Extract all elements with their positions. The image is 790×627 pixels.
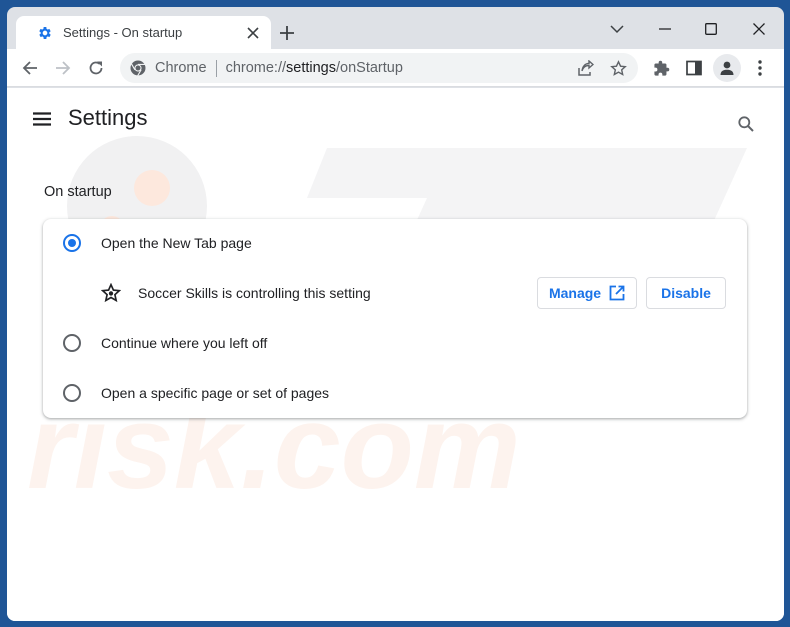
reload-button[interactable]	[82, 54, 110, 82]
option-label: Open the New Tab page	[101, 235, 252, 251]
side-panel-icon	[686, 60, 702, 76]
startup-options-card: Open the New Tab page Soccer Skills is c…	[43, 219, 747, 418]
profile-button[interactable]	[713, 54, 741, 82]
extensions-icon	[653, 60, 669, 76]
search-settings-button[interactable]	[734, 112, 758, 136]
extensions-button[interactable]	[647, 54, 675, 82]
hamburger-icon	[33, 112, 51, 126]
chevron-down-icon	[610, 25, 624, 34]
manage-label: Manage	[548, 285, 602, 301]
option-label: Continue where you left off	[101, 335, 268, 351]
url-path: /onStartup	[336, 60, 403, 76]
profile-icon	[720, 61, 734, 75]
maximize-button[interactable]	[697, 15, 725, 43]
side-panel-button[interactable]	[680, 54, 708, 82]
toolbar: Chrome chrome://settings/onStartup	[7, 49, 784, 87]
menu-button[interactable]	[746, 54, 774, 82]
browser-window: Settings - On startup Chrome chrome://se…	[7, 7, 784, 621]
arrow-left-icon	[22, 61, 37, 75]
back-button[interactable]	[16, 54, 44, 82]
address-bar[interactable]: Chrome chrome://settings/onStartup	[120, 53, 638, 83]
radio-new-tab[interactable]	[63, 234, 81, 252]
more-icon	[758, 60, 762, 76]
plus-icon	[280, 26, 294, 40]
reload-icon	[89, 61, 103, 75]
startup-option-new-tab[interactable]: Open the New Tab page	[43, 219, 747, 267]
share-icon	[577, 59, 594, 76]
star-icon	[609, 59, 627, 76]
main-menu-button[interactable]	[29, 107, 55, 131]
radio-continue[interactable]	[63, 334, 81, 352]
url-host: settings	[286, 60, 336, 76]
disable-button[interactable]: Disable	[646, 277, 726, 309]
radio-specific-pages[interactable]	[63, 384, 81, 402]
soccer-star-icon	[101, 283, 121, 303]
option-label: Open a specific page or set of pages	[101, 385, 330, 401]
arrow-right-icon	[56, 61, 71, 75]
close-icon	[753, 23, 765, 35]
settings-page: risk.com Settings On startup Open the Ne…	[7, 88, 784, 621]
extension-notice-text: Soccer Skills is controlling this settin…	[138, 285, 371, 301]
forward-button[interactable]	[49, 54, 77, 82]
startup-option-continue[interactable]: Continue where you left off	[43, 319, 747, 367]
manage-button[interactable]: Manage	[537, 277, 637, 309]
minimize-button[interactable]	[651, 15, 679, 43]
section-title: On startup	[44, 184, 112, 200]
site-chip: Chrome	[155, 60, 207, 76]
share-button[interactable]	[572, 55, 598, 81]
search-icon	[738, 116, 754, 132]
omnibox-separator	[215, 59, 217, 77]
url-text[interactable]: chrome://settings/onStartup	[226, 60, 403, 76]
page-title: Settings	[68, 105, 148, 130]
disable-label: Disable	[661, 285, 711, 301]
tab-title: Settings - On startup	[63, 25, 183, 40]
extension-control-notice: Soccer Skills is controlling this settin…	[43, 269, 747, 317]
tab-settings[interactable]: Settings - On startup	[16, 16, 271, 49]
chrome-icon	[130, 60, 146, 77]
minimize-icon	[659, 28, 671, 30]
url-scheme: chrome://	[225, 60, 287, 76]
startup-option-specific-pages[interactable]: Open a specific page or set of pages	[43, 369, 747, 417]
bookmark-button[interactable]	[605, 55, 631, 81]
tab-search-button[interactable]	[603, 15, 631, 43]
close-icon[interactable]	[245, 25, 261, 41]
open-in-new-icon	[609, 285, 625, 301]
gear-icon	[37, 25, 53, 41]
close-window-button[interactable]	[745, 15, 773, 43]
new-tab-button[interactable]	[275, 21, 299, 45]
maximize-icon	[705, 23, 717, 35]
tab-strip: Settings - On startup	[7, 7, 784, 49]
